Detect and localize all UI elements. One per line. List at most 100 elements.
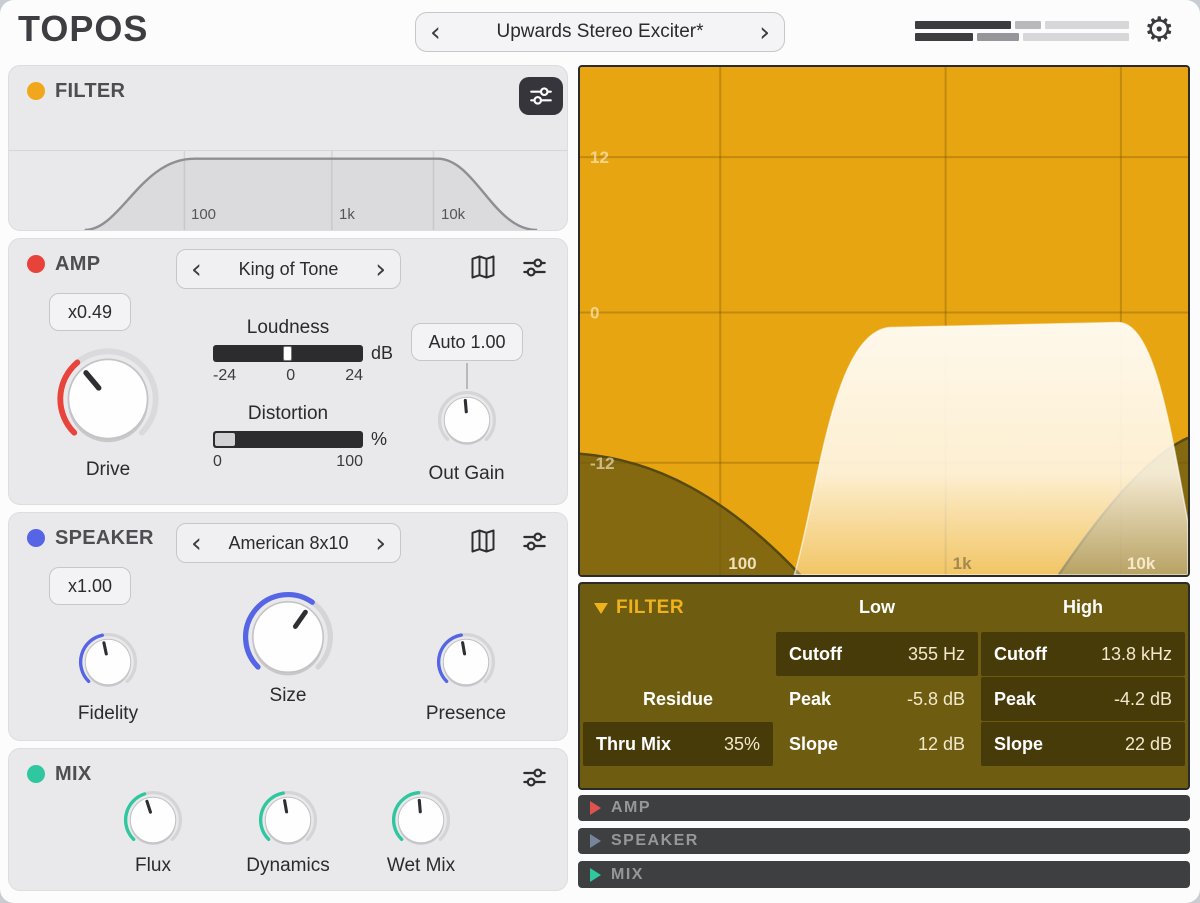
filter-indicator-dot[interactable] [27,82,45,100]
map-icon [469,527,497,555]
preset-prev-button[interactable]: ‹ [430,19,441,46]
amp-panel: AMP ‹ King of Tone › x0.49 [8,238,568,505]
distortion-slider[interactable] [213,431,363,448]
loudness-label: Loudness [213,317,363,339]
drive-knob[interactable]: Drive [53,345,163,481]
expand-triangle-icon [590,834,601,848]
mix-indicator-dot[interactable] [27,765,45,783]
db-label-12: 12 [590,148,609,167]
speaker-settings-button[interactable] [521,528,548,555]
dynamics-knob-svg [257,789,319,851]
amp-preset-prev-button[interactable]: ‹ [191,256,202,283]
distortion-ticks: 0100 [213,453,363,471]
loudness-ticks: -24024 [213,367,363,385]
expand-triangle-icon [590,868,601,882]
speaker-gain-multiplier-badge[interactable]: x1.00 [49,567,131,605]
presence-knob-svg [435,631,497,693]
cutoff-high-cell[interactable]: Cutoff13.8 kHz [981,632,1185,676]
dynamics-label: Dynamics [246,855,329,877]
dynamics-knob[interactable]: Dynamics [253,789,323,877]
amp-title: AMP [55,253,100,276]
mini-freq-label-10k: 10k [441,206,465,223]
speaker-title: SPEAKER [55,527,154,550]
fidelity-knob-svg [77,631,139,693]
header-preset-selector[interactable]: ‹ Upwards Stereo Exciter* › [415,12,785,52]
mix-bar-label: MIX [611,866,644,884]
loudness-slider-thumb[interactable] [283,346,292,361]
meter-row-left [915,21,1129,29]
fidelity-knob[interactable]: Fidelity [73,631,143,725]
presence-label: Presence [426,703,506,725]
sliders-icon [521,254,548,281]
filter-curve-svg [9,151,567,230]
out-gain-knob[interactable]: Out Gain [429,389,504,485]
mix-settings-button[interactable] [521,764,548,791]
distortion-slider-fill [215,433,235,446]
filter-details-toggle[interactable]: FILTER [594,597,684,619]
auto-gain-button[interactable]: Auto 1.00 [411,323,523,361]
empty-cell [583,632,773,676]
db-label-0: 0 [590,303,599,322]
amp-preset-name[interactable]: King of Tone [239,259,339,280]
amp-section-bar[interactable]: AMP [578,795,1190,821]
spectrum-graph[interactable]: 12 0 -12 100 1k 10k [578,65,1190,577]
speaker-preset-name[interactable]: American 8x10 [228,533,348,554]
freq-label-1k: 1k [953,554,972,573]
speaker-indicator-dot[interactable] [27,529,45,547]
distortion-label: Distortion [213,403,363,425]
auto-gain-connector [466,363,468,389]
mini-freq-label-1k: 1k [339,206,355,223]
filter-curve-display[interactable]: 100 1k 10k [9,150,567,230]
amp-browser-button[interactable] [469,253,497,281]
slope-high-cell[interactable]: Slope22 dB [981,722,1185,766]
cutoff-low-cell[interactable]: Cutoff355 Hz [776,632,978,676]
preset-name[interactable]: Upwards Stereo Exciter* [497,21,704,43]
freq-label-10k: 10k [1127,554,1156,573]
filter-panel: FILTER 100 1k 10k [8,65,568,231]
mix-title: MIX [55,763,91,786]
drive-knob-svg [54,345,162,453]
size-knob[interactable]: Size [238,589,338,707]
sliders-icon [528,83,554,109]
speaker-bar-label: SPEAKER [611,832,699,850]
mix-section-bar[interactable]: MIX [578,861,1190,888]
speaker-preset-next-button[interactable]: › [375,530,386,557]
high-column-header: High [981,597,1185,618]
meter-row-right [915,33,1129,41]
amp-preset-selector[interactable]: ‹ King of Tone › [176,249,401,289]
size-label: Size [270,685,307,707]
speaker-browser-button[interactable] [469,527,497,555]
amp-gain-multiplier-badge[interactable]: x0.49 [49,293,131,331]
filter-settings-button[interactable] [519,77,563,115]
flux-knob-svg [122,789,184,851]
slope-low-cell[interactable]: Slope12 dB [776,722,978,766]
gear-icon[interactable]: ⚙ [1144,10,1174,50]
distortion-unit: % [371,429,387,450]
presence-knob[interactable]: Presence [431,631,501,725]
out-gain-label: Out Gain [428,463,504,485]
out-gain-knob-svg [436,389,498,451]
filter-details-title: FILTER [616,597,684,619]
amp-indicator-dot[interactable] [27,255,45,273]
thru-mix-cell[interactable]: Thru Mix35% [583,722,773,766]
peak-high-cell[interactable]: Peak-4.2 dB [981,677,1185,721]
speaker-section-bar[interactable]: SPEAKER [578,828,1190,854]
loudness-slider[interactable] [213,345,363,362]
speaker-preset-prev-button[interactable]: ‹ [191,530,202,557]
app-logo: TOPOS [18,8,148,50]
collapse-triangle-icon [594,603,608,614]
amp-settings-button[interactable] [521,254,548,281]
sliders-icon [521,764,548,791]
freq-label-100: 100 [728,554,756,573]
wet-mix-knob[interactable]: Wet Mix [386,789,456,877]
speaker-preset-selector[interactable]: ‹ American 8x10 › [176,523,401,563]
speaker-panel: SPEAKER ‹ American 8x10 › x1.00 [8,512,568,741]
amp-preset-next-button[interactable]: › [375,256,386,283]
amp-bar-label: AMP [611,799,651,817]
filter-details-header: FILTER Low High [580,584,1188,632]
flux-knob[interactable]: Flux [118,789,188,877]
preset-next-button[interactable]: › [759,19,770,46]
peak-low-cell[interactable]: Peak-5.8 dB [776,677,978,721]
low-column-header: Low [776,597,978,618]
filter-details-grid: Cutoff355 Hz Cutoff13.8 kHz Residue Peak… [583,632,1185,766]
